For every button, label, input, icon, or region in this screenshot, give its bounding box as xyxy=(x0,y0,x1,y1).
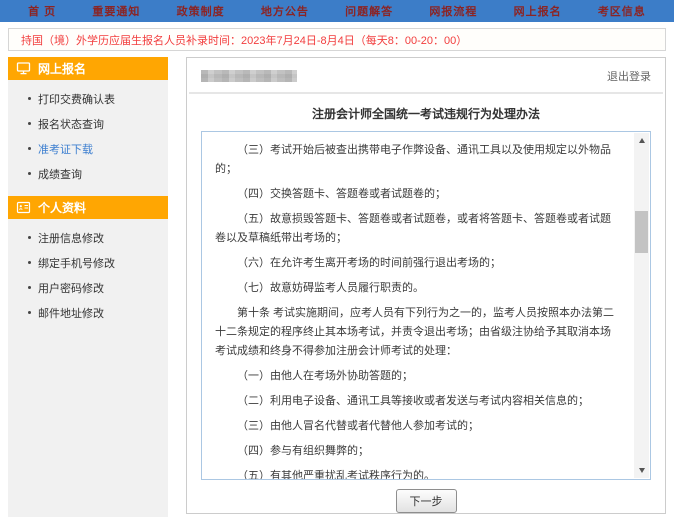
sidebar-item[interactable]: 用户密码修改 xyxy=(8,275,168,300)
button-row: 下一步 xyxy=(187,489,665,513)
top-nav: 首 页 重要通知 政策制度 地方公告 问题解答 网报流程 网上报名 考区信息 xyxy=(0,0,674,22)
nav-item[interactable]: 重要通知 xyxy=(92,3,140,19)
document-paragraph: （四）参与有组织舞弊的； xyxy=(215,442,618,461)
regulations-scroll-area[interactable]: （三）考试开始后被查出携带电子作弊设备、通讯工具以及使用规定以外物品的； （四）… xyxy=(201,131,651,480)
document-paragraph: 第十条 考试实施期间，应考人员有下列行为之一的，监考人员按照本办法第二十二条规定… xyxy=(215,304,618,361)
bullet-icon xyxy=(28,172,31,175)
document-paragraph: （七）故意妨碍监考人员履行职责的。 xyxy=(215,279,618,298)
sidebar-item-label: 用户密码修改 xyxy=(38,280,104,296)
sidebar-section-personal-info-header: 个人资料 xyxy=(8,196,168,219)
sidebar-section-online-registration-header: 网上报名 xyxy=(8,57,168,80)
sidebar-item[interactable]: 准考证下载 xyxy=(8,136,168,161)
sidebar-item-label: 成绩查询 xyxy=(38,166,82,182)
nav-item[interactable]: 网报流程 xyxy=(429,3,477,19)
sidebar-section-title: 网上报名 xyxy=(38,60,86,77)
document-paragraph: （五）故意损毁答题卡、答题卷或者试题卷，或者将答题卡、答题卷或者试题卷以及草稿纸… xyxy=(215,210,618,248)
nav-item[interactable]: 地方公告 xyxy=(261,3,309,19)
nav-item[interactable]: 首 页 xyxy=(28,3,56,19)
sidebar-item[interactable]: 注册信息修改 xyxy=(8,225,168,250)
nav-item[interactable]: 问题解答 xyxy=(345,3,393,19)
sidebar-section-title: 个人资料 xyxy=(38,199,86,216)
panel-header: 退出登录 xyxy=(187,58,665,92)
sidebar: 网上报名 打印交费确认表 报名状态查询 准考证下载 xyxy=(8,57,168,517)
sidebar-item[interactable]: 邮件地址修改 xyxy=(8,300,168,325)
sidebar-item-label: 注册信息修改 xyxy=(38,230,104,246)
scrollbar-thumb[interactable] xyxy=(635,211,648,253)
bullet-icon xyxy=(28,261,31,264)
bullet-icon xyxy=(28,286,31,289)
sidebar-item[interactable]: 绑定手机号修改 xyxy=(8,250,168,275)
bullet-icon xyxy=(28,122,31,125)
bullet-icon xyxy=(28,236,31,239)
document-paragraph: （五）有其他严重扰乱考试秩序行为的。 xyxy=(215,467,618,480)
sidebar-item-label: 准考证下载 xyxy=(38,141,93,157)
document-paragraph: （四）交换答题卡、答题卷或者试题卷的； xyxy=(215,185,618,204)
monitor-icon xyxy=(16,62,32,75)
nav-item[interactable]: 考区信息 xyxy=(598,3,646,19)
header-divider xyxy=(189,92,663,94)
document-title: 注册会计师全国统一考试违规行为处理办法 xyxy=(187,105,665,122)
sidebar-section-personal-info-list: 注册信息修改 绑定手机号修改 用户密码修改 邮件地址修改 xyxy=(8,219,168,335)
document-paragraph: （一）由他人在考场外协助答题的； xyxy=(215,367,618,386)
document-paragraph: （六）在允许考生离开考场的时间前强行退出考场的； xyxy=(215,254,618,273)
sidebar-item[interactable]: 成绩查询 xyxy=(8,161,168,186)
sidebar-item[interactable]: 报名状态查询 xyxy=(8,111,168,136)
triangle-down-icon xyxy=(639,468,645,473)
content-area: 网上报名 打印交费确认表 报名状态查询 准考证下载 xyxy=(8,57,666,517)
bullet-icon xyxy=(28,147,31,150)
next-step-button[interactable]: 下一步 xyxy=(396,489,457,513)
document-paragraph: （二）利用电子设备、通讯工具等接收或者发送与考试内容相关信息的； xyxy=(215,392,618,411)
scroll-down-button[interactable] xyxy=(634,463,649,478)
main-panel: 退出登录 注册会计师全国统一考试违规行为处理办法 （三）考试开始后被查出携带电子… xyxy=(186,57,666,514)
logout-link[interactable]: 退出登录 xyxy=(607,68,651,84)
notice-bar: 持国（境）外学历应届生报名人员补录时间：2023年7月24日-8月4日（每天8：… xyxy=(8,28,666,51)
document-paragraph: （三）考试开始后被查出携带电子作弊设备、通讯工具以及使用规定以外物品的； xyxy=(215,141,618,179)
sidebar-item-label: 邮件地址修改 xyxy=(38,305,104,321)
document-body: （三）考试开始后被查出携带电子作弊设备、通讯工具以及使用规定以外物品的； （四）… xyxy=(202,132,650,480)
sidebar-item[interactable]: 打印交费确认表 xyxy=(8,86,168,111)
bullet-icon xyxy=(28,311,31,314)
notice-text: 持国（境）外学历应届生报名人员补录时间：2023年7月24日-8月4日（每天8：… xyxy=(21,32,467,48)
nav-item[interactable]: 政策制度 xyxy=(177,3,225,19)
sidebar-section-online-registration-list: 打印交费确认表 报名状态查询 准考证下载 成绩查询 xyxy=(8,80,168,196)
sidebar-item-label: 绑定手机号修改 xyxy=(38,255,115,271)
redacted-username xyxy=(201,70,297,82)
nav-item[interactable]: 网上报名 xyxy=(514,3,562,19)
sidebar-item-label: 报名状态查询 xyxy=(38,116,104,132)
sidebar-item-label: 打印交费确认表 xyxy=(38,91,115,107)
triangle-up-icon xyxy=(639,138,645,143)
scroll-up-button[interactable] xyxy=(634,133,649,148)
vertical-scrollbar[interactable] xyxy=(634,133,649,478)
document-paragraph: （三）由他人冒名代替或者代替他人参加考试的； xyxy=(215,417,618,436)
id-card-icon xyxy=(16,201,32,214)
bullet-icon xyxy=(28,97,31,100)
